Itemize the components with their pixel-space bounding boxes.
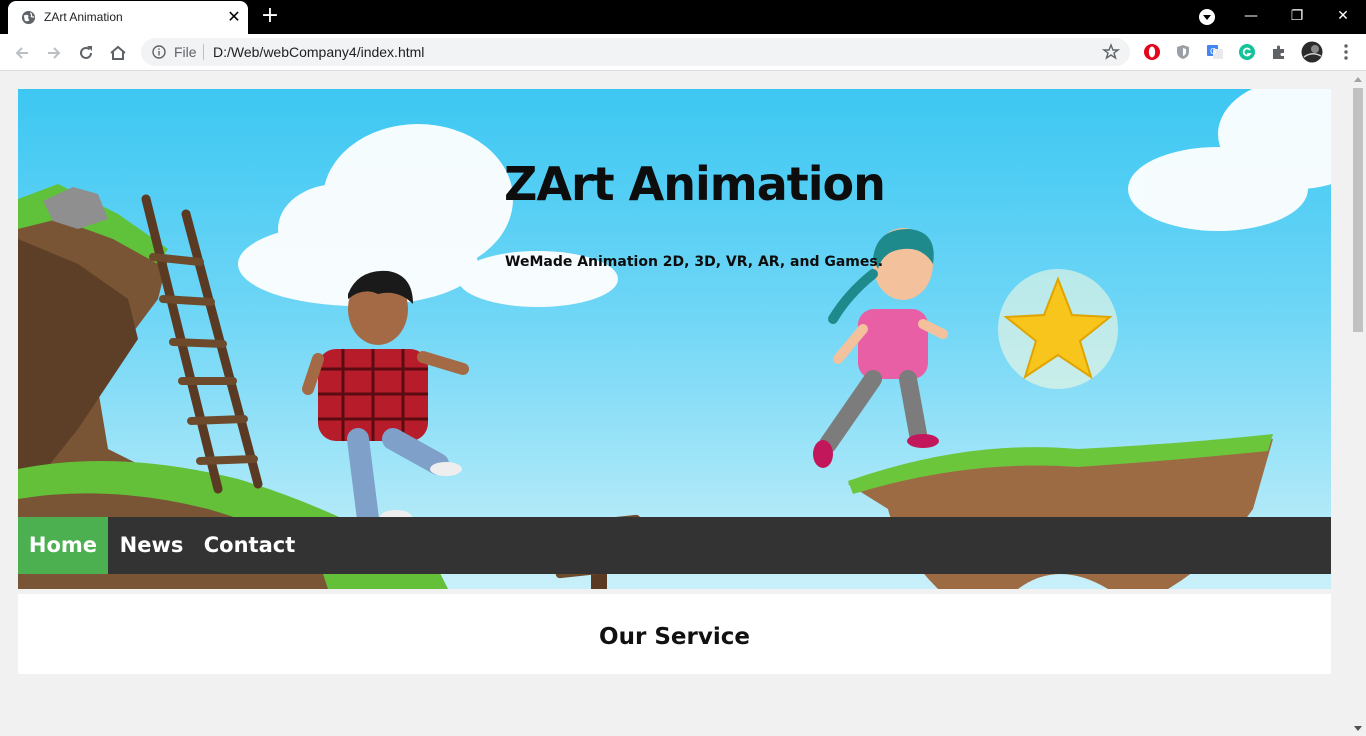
scheme-label: File [174,44,197,60]
forward-button[interactable] [41,40,67,66]
home-button[interactable] [105,40,131,66]
tab-search-icon[interactable] [1199,9,1215,25]
extensions-puzzle-icon[interactable] [1269,42,1289,62]
tab-title: ZArt Animation [44,10,123,24]
hero-banner: ZArt Animation WeMade Animation 2D, 3D, … [18,89,1331,589]
minimize-button[interactable]: — [1228,0,1274,32]
globe-icon [21,10,36,25]
address-divider [203,44,204,60]
address-bar[interactable]: File D:/Web/webCompany4/index.html [141,38,1130,66]
scroll-thumb[interactable] [1353,88,1363,332]
window-close-button[interactable]: ✕ [1320,0,1366,32]
section-heading: Our Service [599,624,750,650]
browser-tab[interactable]: ZArt Animation ✕ [8,1,248,34]
bookmark-star-icon[interactable] [1102,43,1120,61]
profile-avatar[interactable] [1301,41,1323,63]
nav-home[interactable]: Home [18,517,108,574]
arrow-left-icon [15,47,28,59]
scroll-down-icon[interactable] [1354,726,1362,731]
browser-toolbar: File D:/Web/webCompany4/index.html G [0,34,1366,71]
tab-strip: ZArt Animation ✕ + — ❐ ✕ [0,0,1366,34]
arrow-right-icon [48,47,61,59]
scroll-up-icon[interactable] [1354,77,1362,82]
svg-text:G: G [1210,47,1216,56]
new-tab-button[interactable]: + [257,4,283,30]
translate-extension-icon[interactable]: G [1205,42,1225,62]
main-navbar: Home News Contact [18,517,1331,574]
close-tab-icon[interactable]: ✕ [224,7,244,27]
nav-news[interactable]: News [108,517,195,574]
grammarly-extension-icon[interactable] [1237,42,1257,62]
reload-button[interactable] [73,40,99,66]
nav-contact[interactable]: Contact [195,517,304,574]
info-icon[interactable] [152,45,166,59]
site-tagline: WeMade Animation 2D, 3D, VR, AR, and Gam… [505,254,884,270]
service-section: Our Service [18,594,1331,674]
menu-kebab-icon[interactable] [1336,42,1356,62]
restore-button[interactable]: ❐ [1274,0,1320,32]
opera-extension-icon[interactable] [1142,42,1162,62]
vertical-scrollbar[interactable] [1350,72,1366,736]
reload-icon [80,46,92,59]
home-icon [110,45,126,60]
site-title: ZArt Animation [504,157,886,211]
back-button[interactable] [9,40,35,66]
url-text[interactable]: D:/Web/webCompany4/index.html [213,44,424,60]
shield-extension-icon[interactable] [1173,42,1193,62]
